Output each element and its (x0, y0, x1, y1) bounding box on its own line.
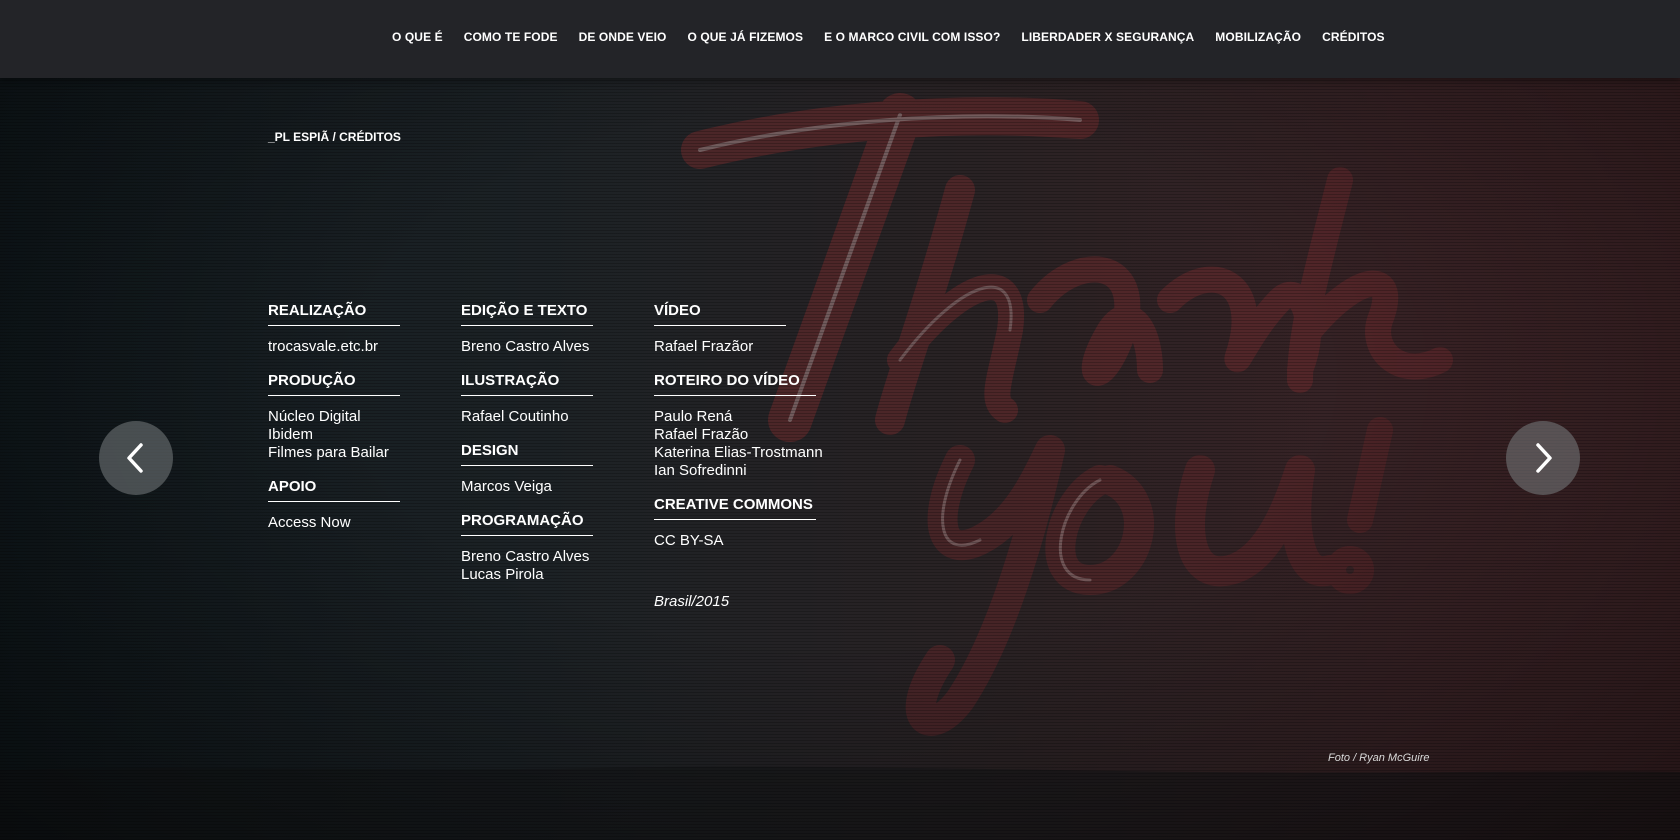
credit-section-video: VÍDEO Rafael Frazãor (654, 302, 854, 356)
credit-name: Paulo Rená (654, 408, 733, 425)
previous-slide-button[interactable] (99, 421, 173, 495)
credit-name: Rafael Frazãor (654, 338, 754, 355)
credit-name: Lucas Pirola (461, 566, 544, 583)
breadcrumb: _PL ESPIÃ / CRÉDITOS (268, 130, 401, 144)
credit-name: Breno Castro Alves (461, 338, 590, 355)
credit-name: Breno Castro Alves (461, 548, 590, 565)
credit-name: CC BY-SA (654, 532, 724, 549)
nav-item-mobilizacao[interactable]: MOBILIZAÇÃO (1215, 30, 1301, 44)
name-list: Rafael Coutinho (461, 408, 654, 426)
credit-section-apoio: APOIO Access Now (268, 478, 461, 532)
credits-column-3: VÍDEO Rafael Frazãor ROTEIRO DO VÍDEO Pa… (654, 302, 854, 610)
credit-section-programacao: PROGRAMAÇÃO Breno Castro Alves Lucas Pir… (461, 512, 654, 584)
section-title: DESIGN (461, 442, 593, 466)
nav-item-como-te-fode[interactable]: COMO TE FODE (464, 30, 558, 44)
credit-name: Katerina Elias-Trostmann (654, 444, 823, 461)
credit-name: Marcos Veiga (461, 478, 552, 495)
section-title: PRODUÇÃO (268, 372, 400, 396)
nav-item-de-onde-veio[interactable]: DE ONDE VEIO (579, 30, 667, 44)
top-navigation: O QUE É COMO TE FODE DE ONDE VEIO O QUE … (0, 0, 1680, 78)
nav-menu: O QUE É COMO TE FODE DE ONDE VEIO O QUE … (392, 30, 1406, 44)
section-title: APOIO (268, 478, 400, 502)
name-list: trocasvale.etc.br (268, 338, 461, 356)
name-list: Rafael Frazãor (654, 338, 854, 356)
credit-section-ilustracao: ILUSTRAÇÃO Rafael Coutinho (461, 372, 654, 426)
credit-section-edicao-texto: EDIÇÃO E TEXTO Breno Castro Alves (461, 302, 654, 356)
name-list: Breno Castro Alves (461, 338, 654, 356)
chevron-left-icon (127, 443, 143, 473)
credit-section-producao: PRODUÇÃO Núcleo Digital Ibidem Filmes pa… (268, 372, 461, 462)
credit-name: Núcleo Digital (268, 408, 361, 425)
section-title: EDIÇÃO E TEXTO (461, 302, 593, 326)
credit-name: Filmes para Bailar (268, 444, 389, 461)
credit-name: Rafael Frazão (654, 426, 749, 443)
credit-name: Ian Sofredinni (654, 462, 747, 479)
credit-name: Ibidem (268, 426, 314, 443)
section-title: ILUSTRAÇÃO (461, 372, 593, 396)
page: O QUE É COMO TE FODE DE ONDE VEIO O QUE … (0, 0, 1680, 840)
next-slide-button[interactable] (1506, 421, 1580, 495)
nav-item-marco-civil[interactable]: E O MARCO CIVIL COM ISSO? (824, 30, 1000, 44)
name-list: Breno Castro Alves Lucas Pirola (461, 548, 654, 584)
section-title: PROGRAMAÇÃO (461, 512, 593, 536)
credit-name: Rafael Coutinho (461, 408, 569, 425)
name-list: Paulo Rená Rafael Frazão Katerina Elias-… (654, 408, 854, 480)
credits-column-2: EDIÇÃO E TEXTO Breno Castro Alves ILUSTR… (461, 302, 654, 610)
section-title: REALIZAÇÃO (268, 302, 400, 326)
credit-name: trocasvale.etc.br (268, 338, 379, 355)
credits-column-1: REALIZAÇÃO trocasvale.etc.br PRODUÇÃO Nú… (268, 302, 461, 610)
section-title: ROTEIRO DO VÍDEO (654, 372, 816, 396)
credit-section-creative-commons: CREATIVE COMMONS CC BY-SA (654, 496, 854, 550)
credit-name: Access Now (268, 514, 351, 531)
credit-section-roteiro: ROTEIRO DO VÍDEO Paulo Rená Rafael Frazã… (654, 372, 854, 480)
credit-section-realizacao: REALIZAÇÃO trocasvale.etc.br (268, 302, 461, 356)
nav-item-o-que-e[interactable]: O QUE É (392, 30, 443, 44)
country-year: Brasil/2015 (654, 593, 730, 610)
nav-item-liberdade-seguranca[interactable]: LIBERDADER X SEGURANÇA (1021, 30, 1194, 44)
credit-section-design: DESIGN Marcos Veiga (461, 442, 654, 496)
name-list: Núcleo Digital Ibidem Filmes para Bailar (268, 408, 461, 462)
nav-item-creditos[interactable]: CRÉDITOS (1322, 30, 1385, 44)
name-list: Marcos Veiga (461, 478, 654, 496)
name-list: Access Now (268, 514, 461, 532)
section-title: CREATIVE COMMONS (654, 496, 816, 520)
chevron-right-icon (1536, 443, 1552, 473)
credits-grid: REALIZAÇÃO trocasvale.etc.br PRODUÇÃO Nú… (268, 302, 854, 610)
photo-credit: Foto / Ryan McGuire (1328, 752, 1430, 764)
section-title: VÍDEO (654, 302, 786, 326)
name-list: CC BY-SA (654, 532, 854, 550)
nav-item-o-que-ja-fizemos[interactable]: O QUE JÁ FIZEMOS (687, 30, 803, 44)
